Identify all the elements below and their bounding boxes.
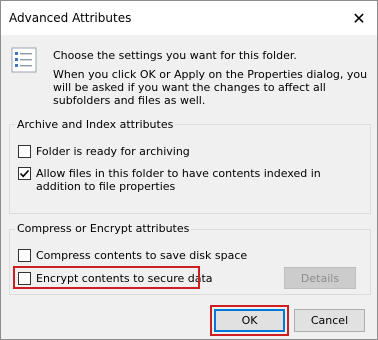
advanced-attributes-dialog: Advanced Attributes ✕ Choose the setting… <box>0 0 378 340</box>
dialog-title: Advanced Attributes <box>9 11 132 25</box>
folder-ready-checkbox[interactable] <box>18 145 31 158</box>
compress-checkbox[interactable] <box>18 249 31 262</box>
compress-encrypt-group-title: Compress or Encrypt attributes <box>15 222 192 235</box>
folder-properties-icon <box>11 47 37 73</box>
close-button[interactable]: ✕ <box>345 5 373 31</box>
compress-label[interactable]: Compress contents to save disk space <box>36 249 247 262</box>
checkmark-icon <box>19 169 30 178</box>
folder-ready-label[interactable]: Folder is ready for archiving <box>36 145 190 158</box>
allow-index-label[interactable]: Allow files in this folder to have conte… <box>36 167 366 193</box>
archive-index-group-title: Archive and Index attributes <box>15 118 176 131</box>
encrypt-highlight-box <box>13 266 200 289</box>
close-icon: ✕ <box>352 8 366 28</box>
cancel-button[interactable]: Cancel <box>294 309 365 332</box>
details-button[interactable]: Details <box>284 267 356 289</box>
intro-heading: Choose the settings you want for this fo… <box>53 49 297 62</box>
allow-index-checkbox[interactable] <box>18 167 31 180</box>
intro-description: When you click OK or Apply on the Proper… <box>53 68 368 107</box>
title-bar: Advanced Attributes ✕ <box>1 1 377 35</box>
ok-button[interactable]: OK <box>214 309 285 332</box>
